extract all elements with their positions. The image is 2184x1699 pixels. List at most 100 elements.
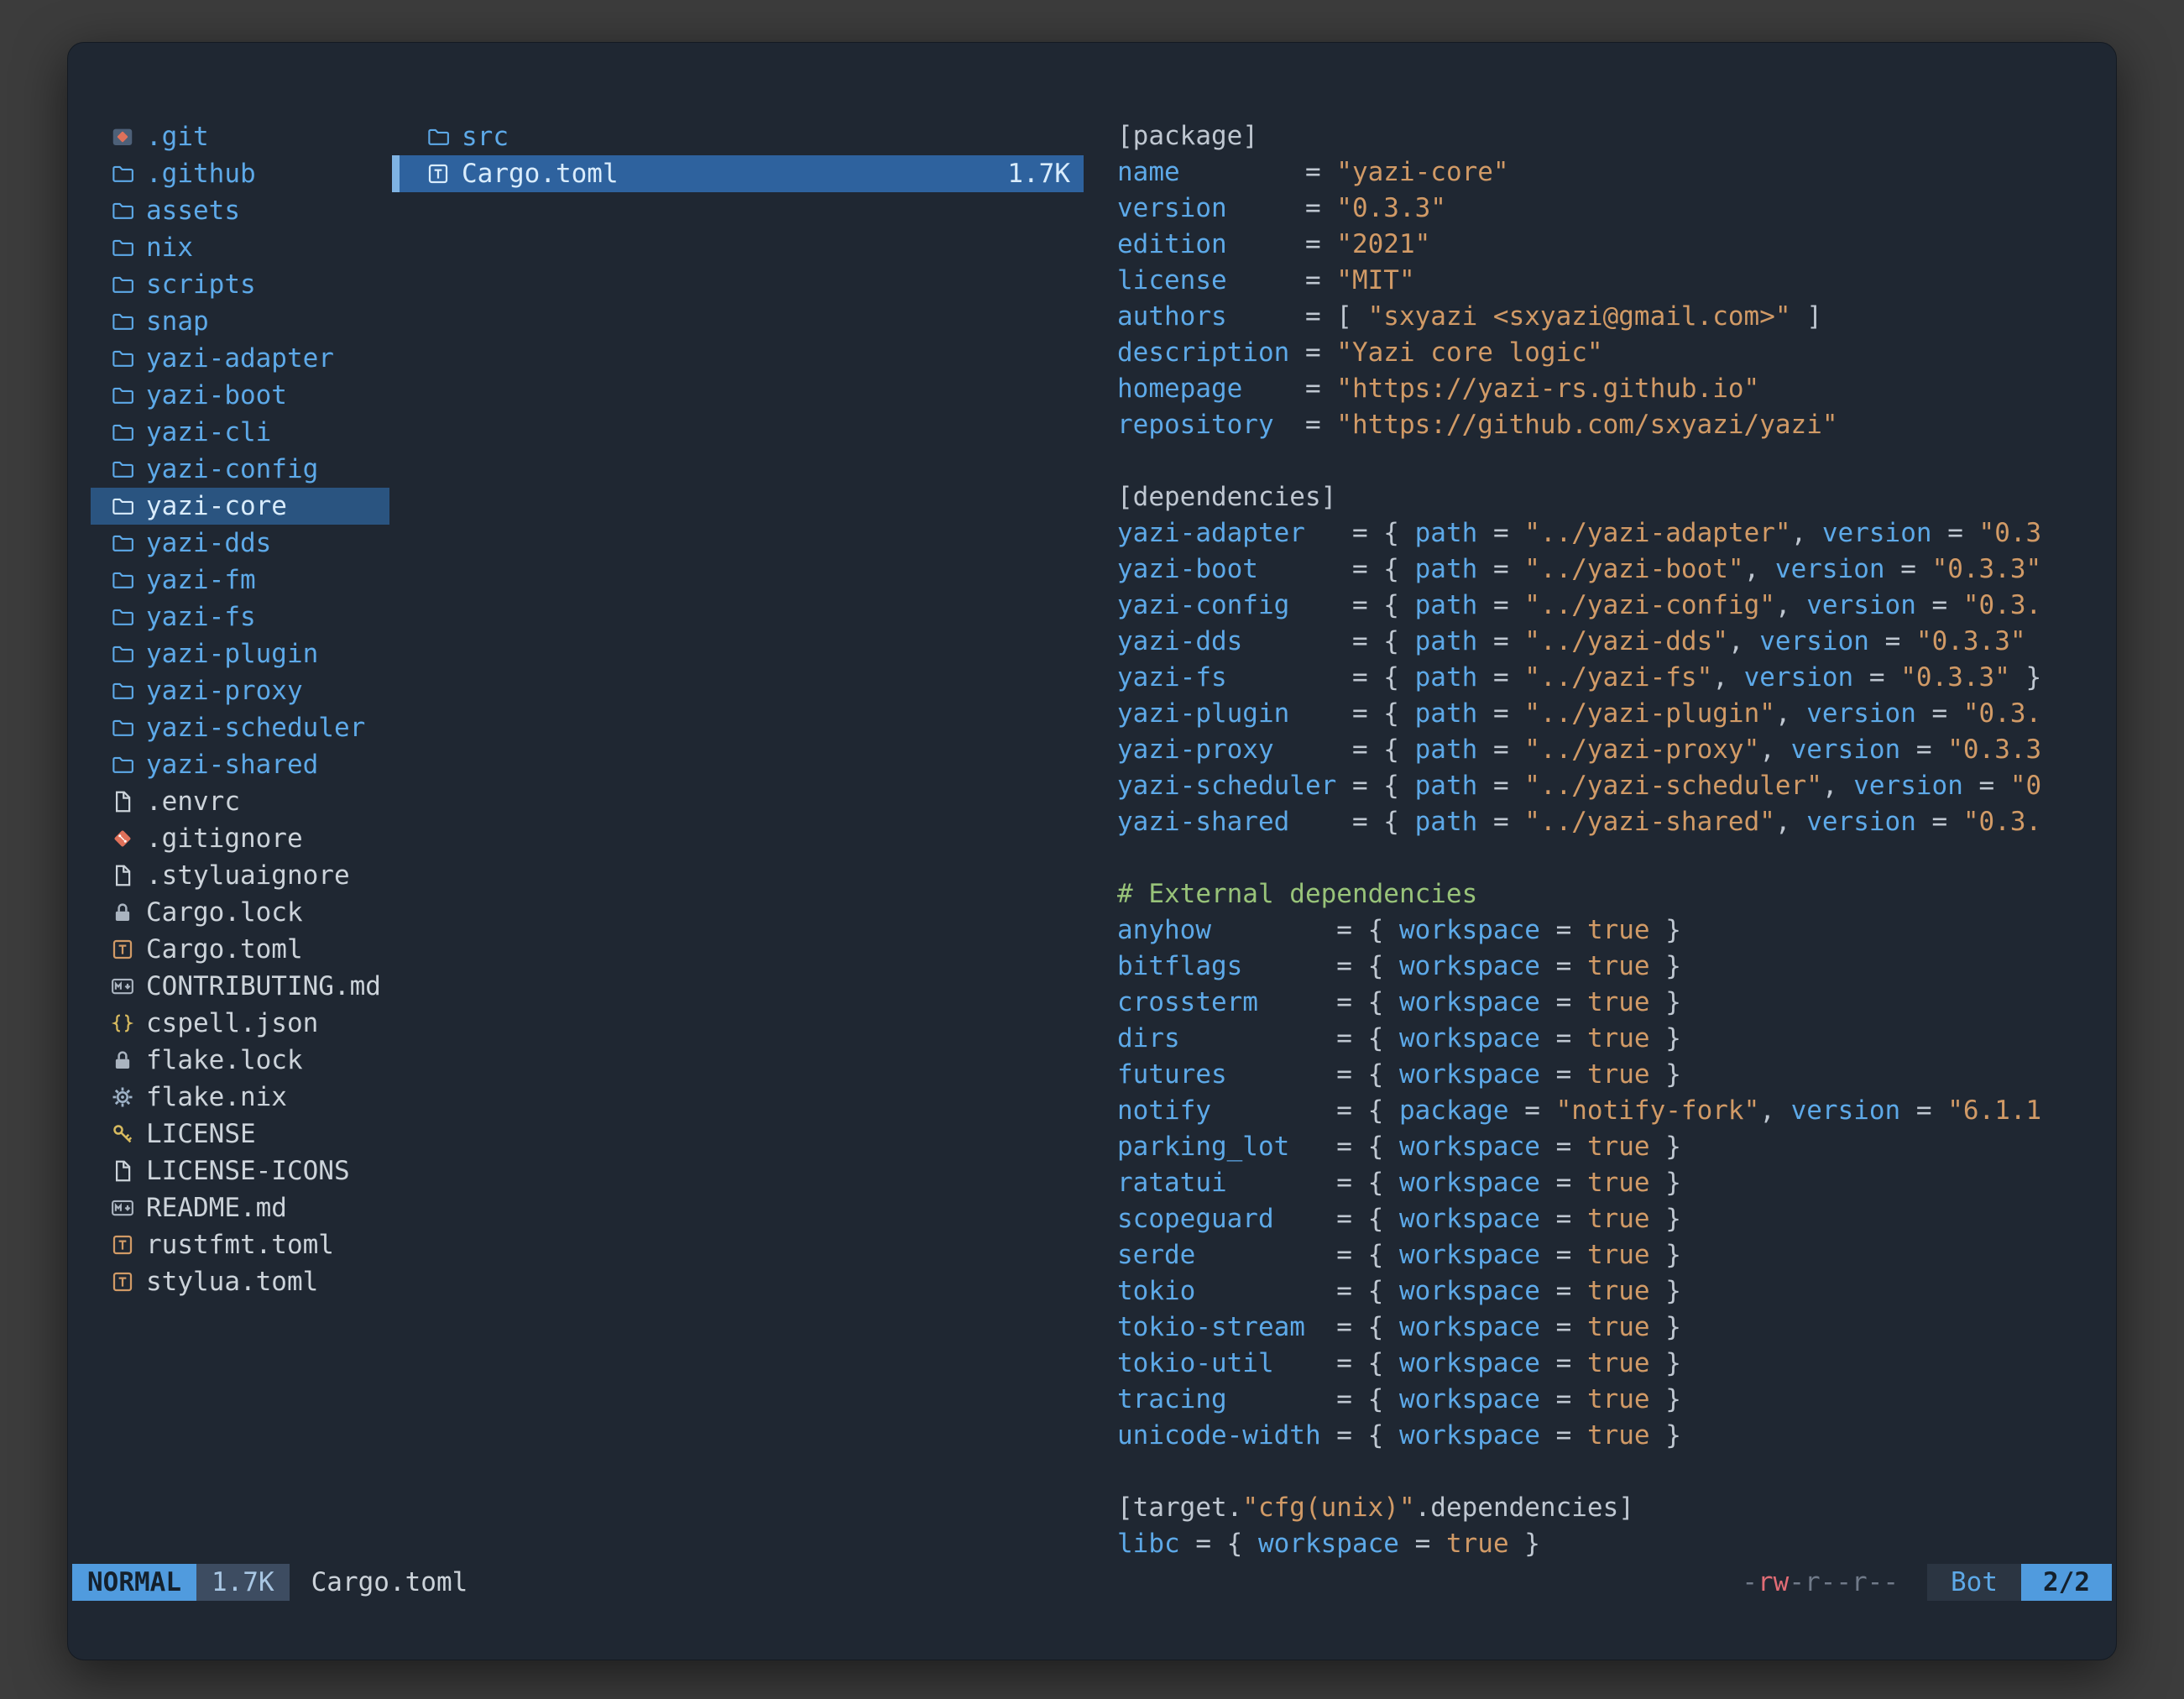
dir-row-yazi-config[interactable]: yazi-config <box>91 451 389 488</box>
syntax-segment: true <box>1446 1529 1509 1559</box>
folder-icon <box>110 346 135 371</box>
syntax-segment: = { <box>1352 698 1415 729</box>
dir-row-yazi-scheduler[interactable]: yazi-scheduler <box>91 709 389 746</box>
syntax-segment: = <box>1540 1420 1587 1451</box>
dir-row-yazi-fs[interactable]: yazi-fs <box>91 599 389 635</box>
dir-row-yazi-proxy[interactable]: yazi-proxy <box>91 672 389 709</box>
syntax-segment: = <box>1540 915 1587 945</box>
md-icon <box>110 1195 135 1221</box>
file-row-README.md[interactable]: README.md <box>91 1189 389 1226</box>
entry-label: nix <box>146 233 193 263</box>
dir-row-nix[interactable]: nix <box>91 229 389 266</box>
entry-label: .git <box>146 122 209 152</box>
file-row-stylua.toml[interactable]: stylua.toml <box>91 1263 389 1300</box>
syntax-segment: = <box>1305 410 1336 440</box>
syntax-segment: ratatui <box>1117 1168 1336 1198</box>
gear-icon <box>110 1085 135 1110</box>
syntax-segment: = <box>1305 229 1336 259</box>
dir-row-assets[interactable]: assets <box>91 192 389 229</box>
syntax-segment: = <box>1540 1312 1587 1342</box>
entry-label: yazi-config <box>146 454 318 484</box>
preview-line: license = "MIT" <box>1117 263 2096 299</box>
file-icon <box>110 1158 135 1184</box>
preview-line: tokio-util = { workspace = true } <box>1117 1346 2096 1382</box>
file-row-.styluaignore[interactable]: .styluaignore <box>91 857 389 894</box>
dir-row-yazi-adapter[interactable]: yazi-adapter <box>91 340 389 377</box>
file-row-LICENSE[interactable]: LICENSE <box>91 1116 389 1153</box>
syntax-segment: = { <box>1336 1240 1399 1270</box>
syntax-segment: = <box>1540 1059 1587 1090</box>
syntax-segment: = { <box>1336 1095 1399 1126</box>
file-row-flake.lock[interactable]: flake.lock <box>91 1042 389 1079</box>
syntax-segment: workspace <box>1399 951 1540 981</box>
folder-icon <box>110 420 135 445</box>
file-row-Cargo.toml[interactable]: Cargo.toml1.7K <box>392 155 1084 192</box>
entry-label: Cargo.toml <box>462 159 619 189</box>
preview-line: yazi-proxy = { path = "../yazi-proxy", v… <box>1117 732 2096 768</box>
syntax-segment: = <box>1305 157 1336 187</box>
syntax-segment: "Yazi core logic" <box>1336 337 1602 368</box>
syntax-segment: libc <box>1117 1529 1180 1559</box>
file-row-cspell.json[interactable]: cspell.json <box>91 1005 389 1042</box>
file-row-Cargo.toml[interactable]: Cargo.toml <box>91 931 389 968</box>
dir-row-yazi-core[interactable]: yazi-core <box>91 488 389 525</box>
syntax-segment: = <box>1540 951 1587 981</box>
preview-line: yazi-boot = { path = "../yazi-boot", ver… <box>1117 552 2096 588</box>
entry-label: CONTRIBUTING.md <box>146 971 381 1001</box>
dir-row-src[interactable]: src <box>392 118 1084 155</box>
entry-label: yazi-boot <box>146 380 287 410</box>
file-row-LICENSE-ICONS[interactable]: LICENSE-ICONS <box>91 1153 389 1189</box>
syntax-segment: = <box>1399 1529 1446 1559</box>
syntax-segment: yazi-scheduler <box>1117 771 1352 801</box>
file-row-flake.nix[interactable]: flake.nix <box>91 1079 389 1116</box>
syntax-segment: "0.3.3 <box>1947 734 2041 765</box>
dir-row-scripts[interactable]: scripts <box>91 266 389 303</box>
preview-line: yazi-shared = { path = "../yazi-shared",… <box>1117 804 2096 840</box>
syntax-segment: version <box>1759 626 1869 656</box>
syntax-segment: = <box>1477 662 1524 693</box>
file-icon <box>110 789 135 814</box>
folder-icon <box>110 235 135 260</box>
syntax-segment: true <box>1587 915 1650 945</box>
syntax-segment: } <box>1650 1204 1681 1234</box>
dir-row-yazi-plugin[interactable]: yazi-plugin <box>91 635 389 672</box>
dir-row-yazi-fm[interactable]: yazi-fm <box>91 562 389 599</box>
preview-line: homepage = "https://yazi-rs.github.io" <box>1117 371 2096 407</box>
syntax-segment: workspace <box>1399 1023 1540 1053</box>
syntax-segment: workspace <box>1399 1168 1540 1198</box>
file-row-CONTRIBUTING.md[interactable]: CONTRIBUTING.md <box>91 968 389 1005</box>
syntax-segment: "0.3.3" <box>1932 554 2042 584</box>
entry-label: Cargo.toml <box>146 934 303 965</box>
syntax-segment: = { <box>1336 1023 1399 1053</box>
syntax-segment: yazi-dds <box>1117 626 1352 656</box>
syntax-segment: path <box>1415 734 1478 765</box>
dir-row-yazi-cli[interactable]: yazi-cli <box>91 414 389 451</box>
status-bar: NORMAL 1.7K Cargo.toml -rw-r--r-- Bot 2/… <box>72 1564 2112 1601</box>
dir-row-.github[interactable]: .github <box>91 155 389 192</box>
dir-row-yazi-dds[interactable]: yazi-dds <box>91 525 389 562</box>
file-row-.envrc[interactable]: .envrc <box>91 783 389 820</box>
preview-line <box>1117 443 2096 479</box>
preview-line: futures = { workspace = true } <box>1117 1057 2096 1093</box>
dir-row-yazi-shared[interactable]: yazi-shared <box>91 746 389 783</box>
syntax-segment: workspace <box>1399 987 1540 1017</box>
dir-row-snap[interactable]: snap <box>91 303 389 340</box>
dir-row-yazi-boot[interactable]: yazi-boot <box>91 377 389 414</box>
file-permissions: -rw-r--r-- <box>1742 1567 1899 1597</box>
syntax-segment: = <box>1900 734 1947 765</box>
syntax-segment: version <box>1806 698 1916 729</box>
braces-icon <box>110 1011 135 1036</box>
file-row-rustfmt.toml[interactable]: rustfmt.toml <box>91 1226 389 1263</box>
syntax-segment: = <box>1305 374 1336 404</box>
preview-line: [target."cfg(unix)".dependencies] <box>1117 1490 2096 1526</box>
folder-icon <box>110 494 135 519</box>
file-row-.gitignore[interactable]: .gitignore <box>91 820 389 857</box>
lock-icon <box>110 1048 135 1073</box>
file-row-Cargo.lock[interactable]: Cargo.lock <box>91 894 389 931</box>
syntax-segment: "0.3. <box>1963 590 2041 620</box>
syntax-segment: = <box>1477 734 1524 765</box>
entry-label: yazi-plugin <box>146 639 318 669</box>
folder-icon <box>110 161 135 186</box>
syntax-segment: = <box>1916 807 1963 837</box>
dir-row-.git[interactable]: .git <box>91 118 389 155</box>
